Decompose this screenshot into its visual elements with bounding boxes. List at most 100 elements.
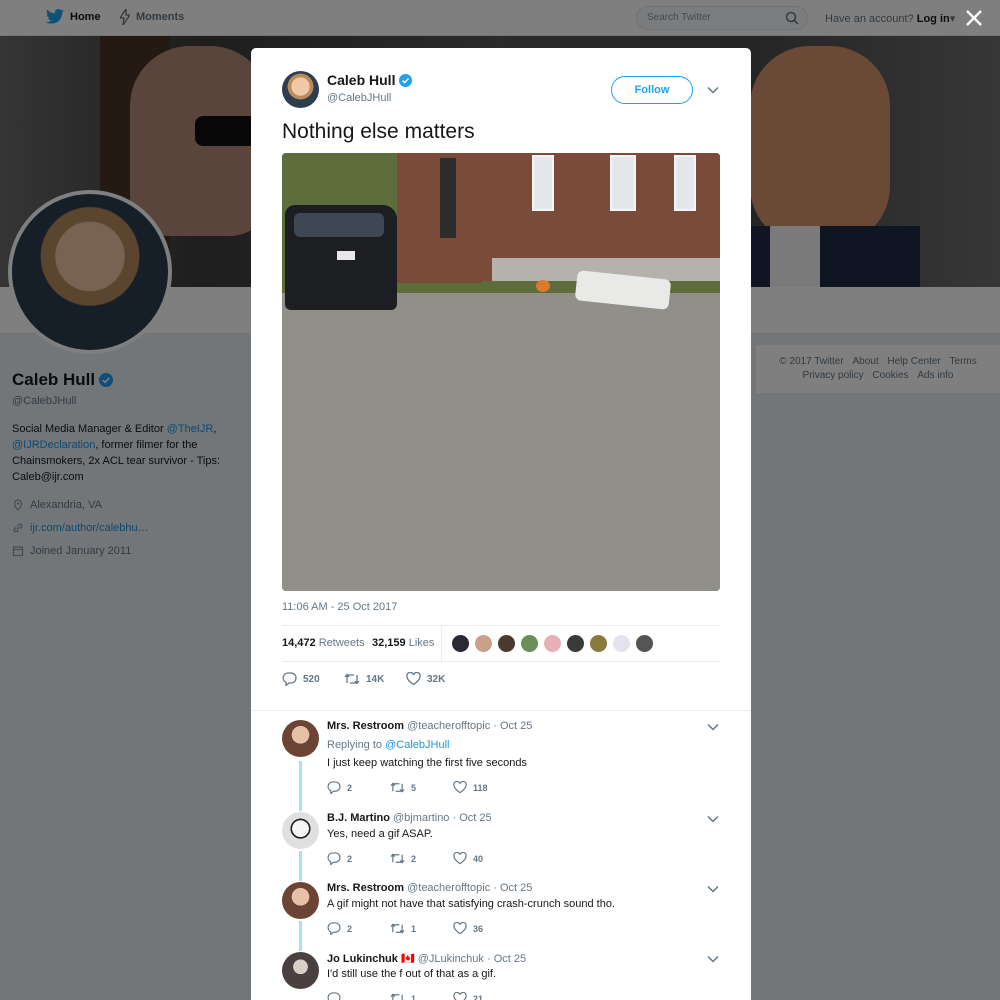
- retweet-button[interactable]: 1: [390, 992, 453, 1000]
- chevron-down-icon[interactable]: [706, 812, 720, 826]
- tweet-modal: Caleb Hull @CalebJHull Follow Nothing el…: [251, 48, 751, 1000]
- like-button[interactable]: 21: [453, 992, 516, 1000]
- retweet-button[interactable]: 14K: [344, 668, 406, 690]
- like-button[interactable]: 36: [453, 922, 516, 935]
- author-name-row: Caleb Hull: [327, 72, 413, 88]
- reply-button[interactable]: 2: [327, 781, 390, 794]
- reply-author-handle[interactable]: @teacherofftopic: [407, 720, 490, 732]
- follow-button[interactable]: Follow: [611, 76, 693, 104]
- liker-avatar[interactable]: [612, 634, 631, 653]
- liker-avatar[interactable]: [474, 634, 493, 653]
- liker-avatar[interactable]: [589, 634, 608, 653]
- replying-prefix: Replying to: [327, 739, 386, 751]
- reply-button[interactable]: [327, 992, 390, 1000]
- reply-text: Yes, need a gif ASAP.: [327, 828, 433, 840]
- reply-author-handle[interactable]: @teacherofftopic: [407, 882, 490, 894]
- reply-avatar[interactable]: [282, 720, 319, 757]
- tweet-header: Caleb Hull @CalebJHull Follow: [282, 71, 722, 111]
- reply-author-handle[interactable]: @bjmartino: [393, 812, 449, 824]
- reply-tweet[interactable]: Jo Lukinchuk 🇨🇦 @JLukinchuk · Oct 25 I'd…: [282, 952, 722, 1000]
- retweet-count: 5: [411, 782, 417, 793]
- close-icon[interactable]: [962, 6, 986, 30]
- liker-avatar[interactable]: [635, 634, 654, 653]
- retweet-button[interactable]: 1: [390, 922, 453, 935]
- reply-button[interactable]: 520: [282, 668, 344, 690]
- reply-author-name[interactable]: Mrs. Restroom: [327, 882, 404, 894]
- heart-icon: [453, 781, 467, 794]
- reply-text: I'd still use the f out of that as a gif…: [327, 968, 497, 980]
- liker-avatar[interactable]: [543, 634, 562, 653]
- liker-avatar[interactable]: [497, 634, 516, 653]
- chevron-down-icon[interactable]: [706, 720, 720, 734]
- reply-header: Mrs. Restroom @teacherofftopic · Oct 25: [327, 720, 532, 732]
- retweet-count: 2: [411, 853, 417, 864]
- reply-header: B.J. Martino @bjmartino · Oct 25: [327, 812, 492, 824]
- reply-author-name[interactable]: Mrs. Restroom: [327, 720, 404, 732]
- reply-date[interactable]: · Oct 25: [493, 720, 532, 732]
- reply-text: A gif might not have that satisfying cra…: [327, 898, 615, 910]
- reply-icon: [327, 992, 341, 1000]
- reply-avatar[interactable]: [282, 812, 319, 849]
- liker-avatar[interactable]: [451, 634, 470, 653]
- retweet-count: 14K: [366, 673, 385, 685]
- replying-to: Replying to @CalebJHull: [327, 739, 449, 751]
- reply-author-name[interactable]: B.J. Martino: [327, 812, 390, 824]
- liker-avatar[interactable]: [520, 634, 539, 653]
- reply-tweet[interactable]: Mrs. Restroom @teacherofftopic · Oct 25 …: [282, 882, 722, 942]
- reply-icon: [327, 922, 341, 935]
- like-count: 118: [473, 782, 488, 793]
- reply-date[interactable]: · Oct 25: [493, 882, 532, 894]
- retweet-button[interactable]: 5: [390, 781, 453, 794]
- verified-badge-icon: [399, 73, 413, 87]
- chevron-down-icon[interactable]: [706, 882, 720, 896]
- chevron-down-icon[interactable]: [706, 83, 720, 97]
- chevron-down-icon[interactable]: [706, 952, 720, 966]
- replying-to-link[interactable]: @CalebJHull: [385, 739, 449, 751]
- author-name[interactable]: Caleb Hull: [327, 72, 395, 88]
- like-count: 32K: [427, 673, 446, 685]
- reply-tweet[interactable]: B.J. Martino @bjmartino · Oct 25 Yes, ne…: [282, 812, 722, 872]
- retweet-icon: [390, 993, 404, 1000]
- retweets-stat[interactable]: 14,472 Retweets: [282, 637, 365, 649]
- like-button[interactable]: 40: [453, 852, 516, 865]
- reply-button[interactable]: 2: [327, 852, 390, 865]
- reply-actions: 1 21: [327, 992, 516, 1000]
- reply-date[interactable]: · Oct 25: [487, 953, 526, 965]
- tweet-text: Nothing else matters: [282, 120, 475, 143]
- like-count: 36: [473, 923, 484, 934]
- reply-count: 2: [347, 923, 353, 934]
- heart-icon: [406, 672, 421, 686]
- reply-author-name[interactable]: Jo Lukinchuk 🇨🇦: [327, 953, 415, 965]
- reply-avatar[interactable]: [282, 952, 319, 989]
- tweet-timestamp[interactable]: 11:06 AM - 25 Oct 2017: [282, 601, 397, 613]
- reply-actions: 2 1 36: [327, 922, 516, 935]
- likes-count: 32,159: [372, 637, 406, 649]
- likes-stat[interactable]: 32,159 Likes: [372, 637, 434, 649]
- likers-avatars: [451, 634, 654, 653]
- like-button[interactable]: 32K: [406, 668, 468, 690]
- retweet-button[interactable]: 2: [390, 852, 453, 865]
- reply-icon: [327, 781, 341, 794]
- tweet-video[interactable]: [282, 153, 720, 591]
- author-handle[interactable]: @CalebJHull: [327, 92, 391, 104]
- reply-author-handle[interactable]: @JLukinchuk: [418, 953, 484, 965]
- like-button[interactable]: 118: [453, 781, 516, 794]
- stats-divider: [441, 626, 442, 662]
- likes-label: Likes: [408, 637, 435, 649]
- reply-avatar[interactable]: [282, 882, 319, 919]
- author-avatar[interactable]: [282, 71, 319, 108]
- reply-count: 2: [347, 853, 353, 864]
- liker-avatar[interactable]: [566, 634, 585, 653]
- retweet-icon: [390, 923, 405, 934]
- like-count: 40: [473, 853, 484, 864]
- reply-icon: [282, 672, 297, 686]
- reply-header: Mrs. Restroom @teacherofftopic · Oct 25: [327, 882, 532, 894]
- reply-icon: [327, 852, 341, 865]
- retweet-count: 1: [411, 923, 417, 934]
- reply-date[interactable]: · Oct 25: [453, 812, 492, 824]
- reply-button[interactable]: 2: [327, 922, 390, 935]
- retweet-icon: [390, 853, 405, 864]
- reply-actions: 2 2 40: [327, 852, 516, 865]
- reply-actions: 2 5 118: [327, 781, 516, 794]
- reply-tweet[interactable]: Mrs. Restroom @teacherofftopic · Oct 25 …: [282, 720, 722, 800]
